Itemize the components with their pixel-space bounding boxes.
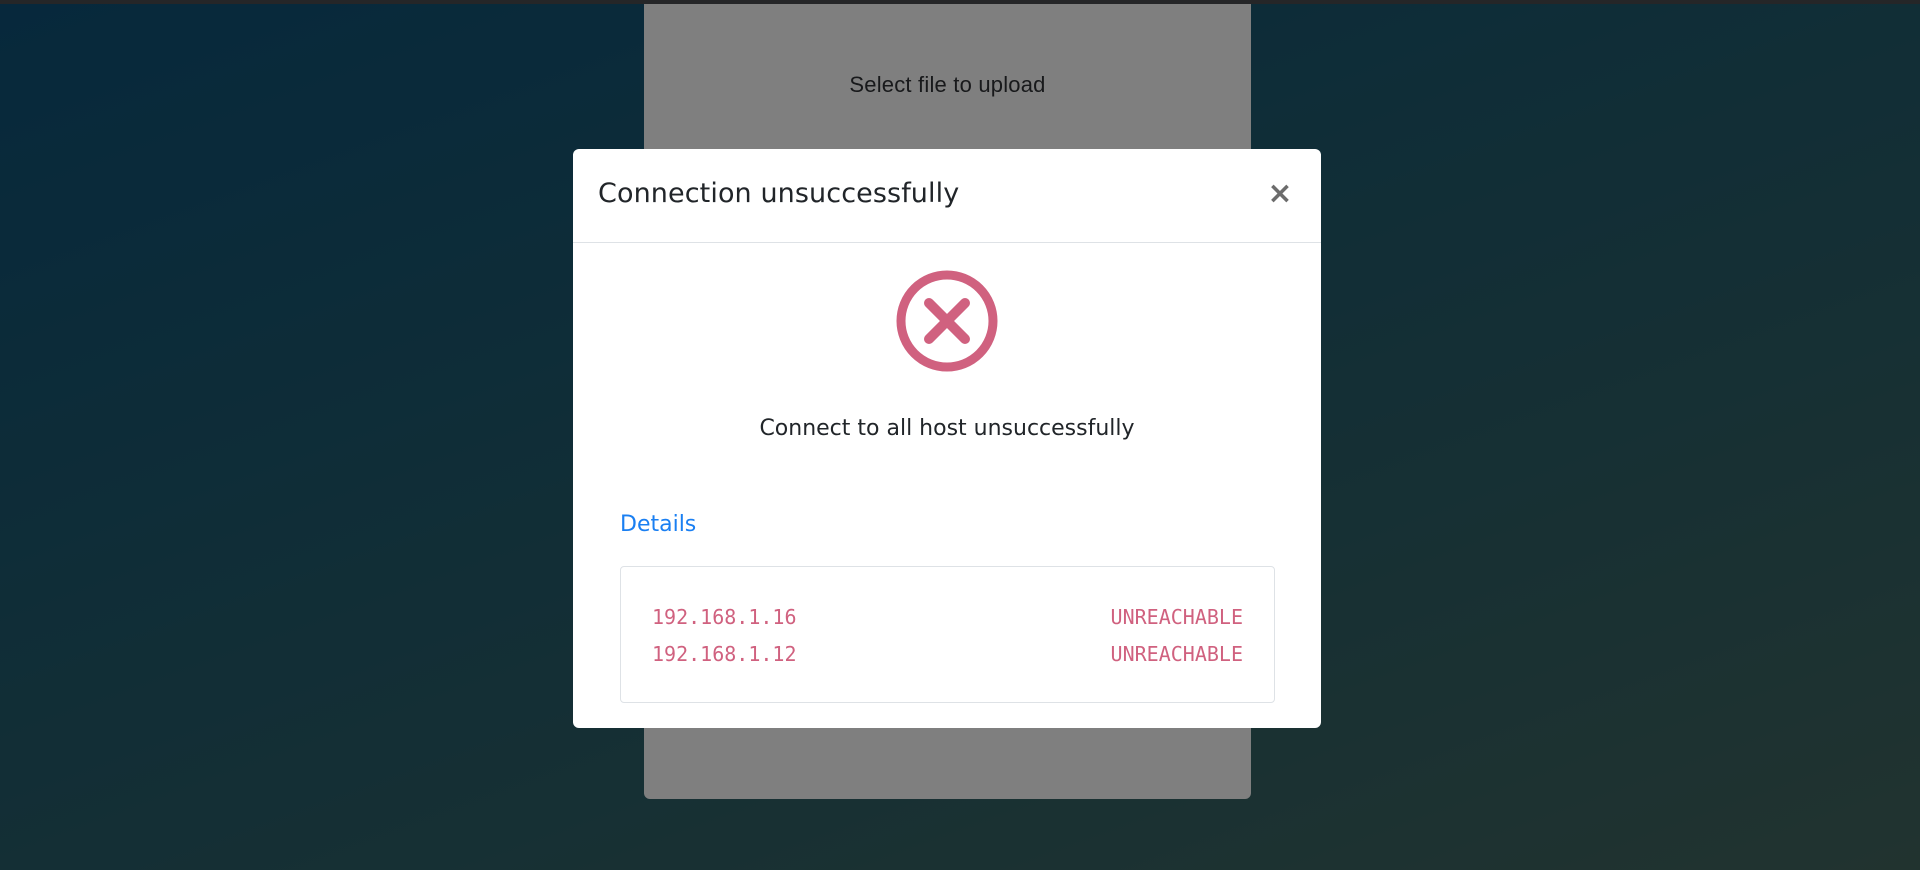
close-button[interactable]: × [1265,176,1295,212]
host-status: UNREACHABLE [1110,605,1243,629]
modal-header: Connection unsuccessfully × [573,149,1321,243]
error-message: Connect to all host unsuccessfully [759,416,1135,441]
host-ip: 192.168.1.12 [652,642,797,666]
host-status: UNREACHABLE [1110,642,1243,666]
host-row: 192.168.1.16 UNREACHABLE [652,605,1243,635]
host-details-box: 192.168.1.16 UNREACHABLE 192.168.1.12 UN… [620,566,1275,703]
host-row: 192.168.1.12 UNREACHABLE [652,642,1243,672]
error-circle-x-icon [896,270,998,372]
host-ip: 192.168.1.16 [652,605,797,629]
modal-title: Connection unsuccessfully [598,178,960,209]
connection-error-modal: Connection unsuccessfully × Connect to a… [573,149,1321,728]
details-link[interactable]: Details [620,512,696,537]
